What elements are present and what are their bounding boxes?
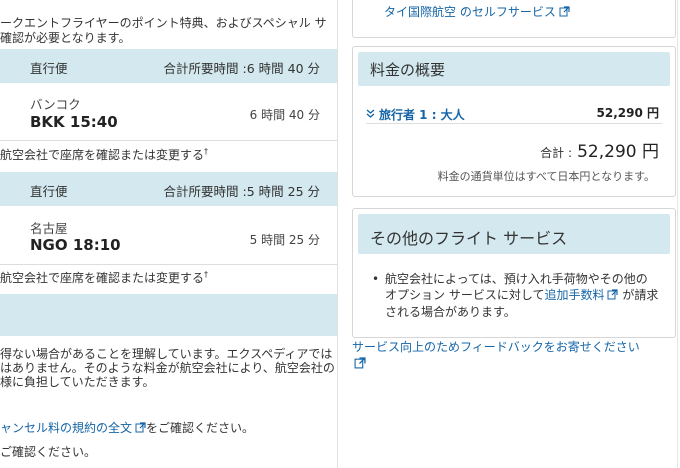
segment-2-duration: 5 時間 25 分 bbox=[249, 233, 320, 247]
feedback-line: サービス向上のためフィードバックをお寄せください bbox=[352, 338, 640, 355]
segment-2-header: 直行便 合計所要時間 :5 時間 25 分 bbox=[0, 172, 337, 206]
segment-1-duration: 6 時間 40 分 bbox=[249, 108, 320, 122]
price-divider bbox=[366, 123, 662, 124]
segment-1-time: BKK 15:40 bbox=[30, 113, 118, 131]
right-edge-separator bbox=[677, 0, 678, 468]
segment-2-seat-text: 航空会社で座席を確認または変更する bbox=[0, 271, 205, 285]
segment-2-time: NGO 18:10 bbox=[30, 236, 121, 254]
empty-section-header bbox=[0, 294, 337, 336]
segment-1-seat-link[interactable]: 航空会社で座席を確認または変更する† bbox=[0, 146, 208, 163]
traveler-row[interactable]: 旅行者 1 : 大人 bbox=[366, 103, 465, 123]
segment-1-type: 直行便 bbox=[30, 61, 68, 76]
price-summary-header: 料金の概要 bbox=[358, 52, 670, 86]
terms-line-3: 様に負担していただきます。 bbox=[0, 375, 155, 389]
traveler-price: 52,290 円 bbox=[596, 106, 660, 120]
cancel-policy-suffix: をご確認ください。 bbox=[146, 421, 255, 435]
total-value: 52,290 円 bbox=[577, 142, 659, 162]
terms-last-line: ご確認ください。 bbox=[0, 445, 97, 459]
feedback-link[interactable]: サービス向上のためフィードバックをお寄せください bbox=[352, 340, 640, 354]
price-summary-panel: 料金の概要 旅行者 1 : 大人 52,290 円 合計 : 52,290 円 … bbox=[352, 46, 676, 197]
chevron-down-icon bbox=[366, 103, 375, 122]
bullet-dot: • bbox=[372, 272, 380, 286]
intro-line-2: 確認が必要となります。 bbox=[0, 31, 131, 45]
segment-2-total-duration: 合計所要時間 :5 時間 25 分 bbox=[163, 184, 320, 199]
column-separator bbox=[337, 0, 338, 468]
other-services-header: その他のフライト サービス bbox=[358, 214, 670, 254]
external-link-icon bbox=[607, 288, 619, 304]
cancel-policy-line: ャンセル料の規約の全文 をご確認ください。 bbox=[0, 419, 254, 436]
currency-note: 料金の通貨単位はすべて日本円となります。 bbox=[437, 170, 655, 183]
segment-2-divider bbox=[0, 264, 337, 265]
price-summary-title: 料金の概要 bbox=[370, 61, 446, 79]
segment-2-seat-mark: † bbox=[204, 270, 209, 279]
segment-1-seat-mark: † bbox=[204, 147, 209, 156]
external-link-icon bbox=[135, 422, 146, 436]
segment-2-type: 直行便 bbox=[30, 184, 68, 199]
additional-fee-link[interactable]: 追加手数料 bbox=[544, 288, 604, 302]
segment-1-seat-text: 航空会社で座席を確認または変更する bbox=[0, 148, 205, 162]
segment-1-total-duration: 合計所要時間 :6 時間 40 分 bbox=[163, 61, 320, 76]
other-services-title: その他のフライト サービス bbox=[370, 229, 568, 248]
segment-1-divider bbox=[0, 140, 337, 141]
segment-2-seat-link[interactable]: 航空会社で座席を確認または変更する† bbox=[0, 269, 208, 286]
other-services-text: 航空会社によっては、預け入れ手荷物やその他の オプション サービスに対して追加手… bbox=[385, 271, 660, 320]
segment-1-city: バンコク bbox=[30, 97, 81, 112]
total-label: 合計 : bbox=[540, 146, 573, 160]
itinerary-column: ークエントフライヤーのポイント特典、およびスペシャル サ 確認が必要となります。… bbox=[0, 0, 337, 468]
segment-2-city: 名古屋 bbox=[30, 221, 68, 236]
self-service-panel bbox=[352, 0, 676, 38]
total-row: 合計 : 52,290 円 bbox=[540, 137, 659, 162]
segment-1-header: 直行便 合計所要時間 :6 時間 40 分 bbox=[0, 49, 337, 83]
cancel-policy-link[interactable]: ャンセル料の規約の全文 bbox=[0, 421, 132, 435]
other-services-panel: その他のフライト サービス • 航空会社によっては、預け入れ手荷物やその他の オ… bbox=[352, 208, 676, 338]
external-link-icon[interactable] bbox=[354, 354, 366, 373]
traveler-label: 旅行者 1 : 大人 bbox=[379, 108, 465, 122]
